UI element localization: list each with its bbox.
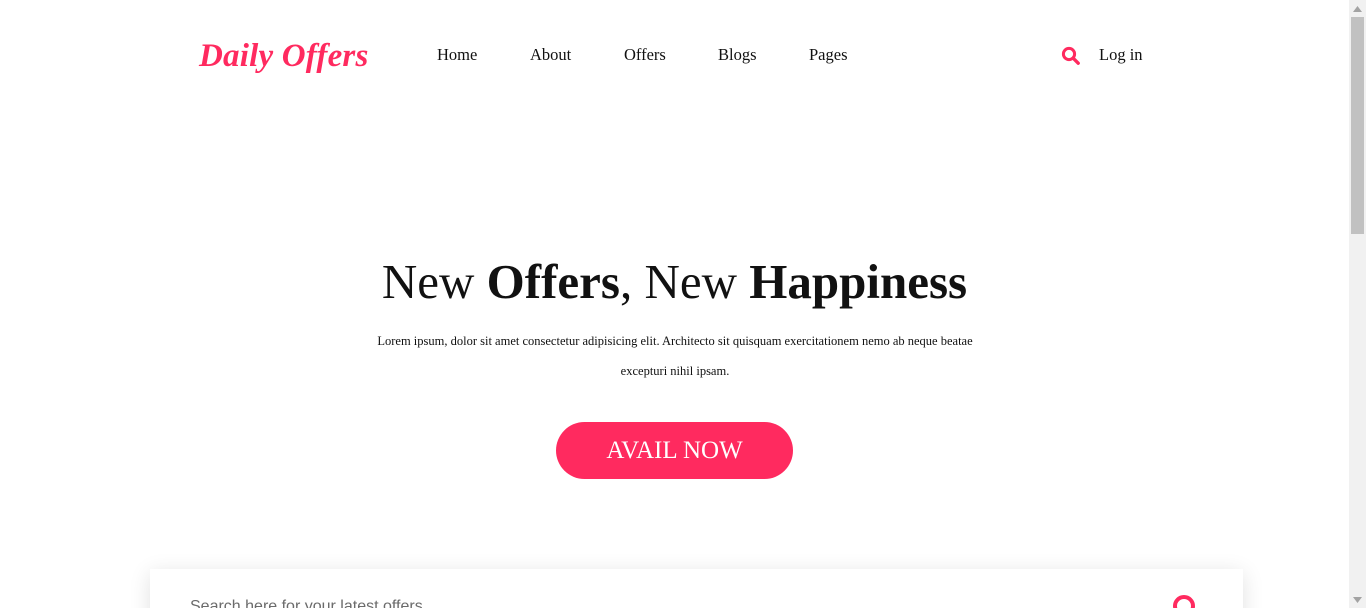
brand-logo[interactable]: Daily Offers xyxy=(199,38,369,75)
nav-item-pages[interactable]: Pages xyxy=(809,45,848,65)
avail-now-button[interactable]: AVAIL NOW xyxy=(556,422,793,479)
header-search-icon[interactable] xyxy=(1061,46,1081,66)
offer-search-button-icon[interactable] xyxy=(1170,593,1200,608)
scroll-up-arrow-icon[interactable] xyxy=(1349,0,1366,17)
hero-title-bold1: Offers xyxy=(486,254,620,309)
nav-item-about[interactable]: About xyxy=(530,45,571,65)
nav-item-home[interactable]: Home xyxy=(437,45,477,65)
hero-description: Lorem ipsum, dolor sit amet consectetur … xyxy=(377,334,973,378)
vertical-scrollbar[interactable] xyxy=(1349,0,1366,608)
offer-search-bar xyxy=(150,569,1243,608)
scroll-down-arrow-icon[interactable] xyxy=(1349,591,1366,608)
hero-title-part2: , New xyxy=(619,254,750,309)
nav-item-offers[interactable]: Offers xyxy=(624,45,666,65)
hero-title-bold2: Happiness xyxy=(749,254,968,309)
hero-title: New Offers, New Happiness xyxy=(0,253,1349,312)
login-link[interactable]: Log in xyxy=(1099,45,1143,65)
hero-title-part1: New xyxy=(381,254,487,309)
offer-search-input[interactable] xyxy=(190,595,1090,608)
scrollbar-thumb[interactable] xyxy=(1351,17,1364,234)
nav-item-blogs[interactable]: Blogs xyxy=(718,45,757,65)
page: Daily Offers Home About Offers Blogs Pag… xyxy=(0,0,1349,608)
